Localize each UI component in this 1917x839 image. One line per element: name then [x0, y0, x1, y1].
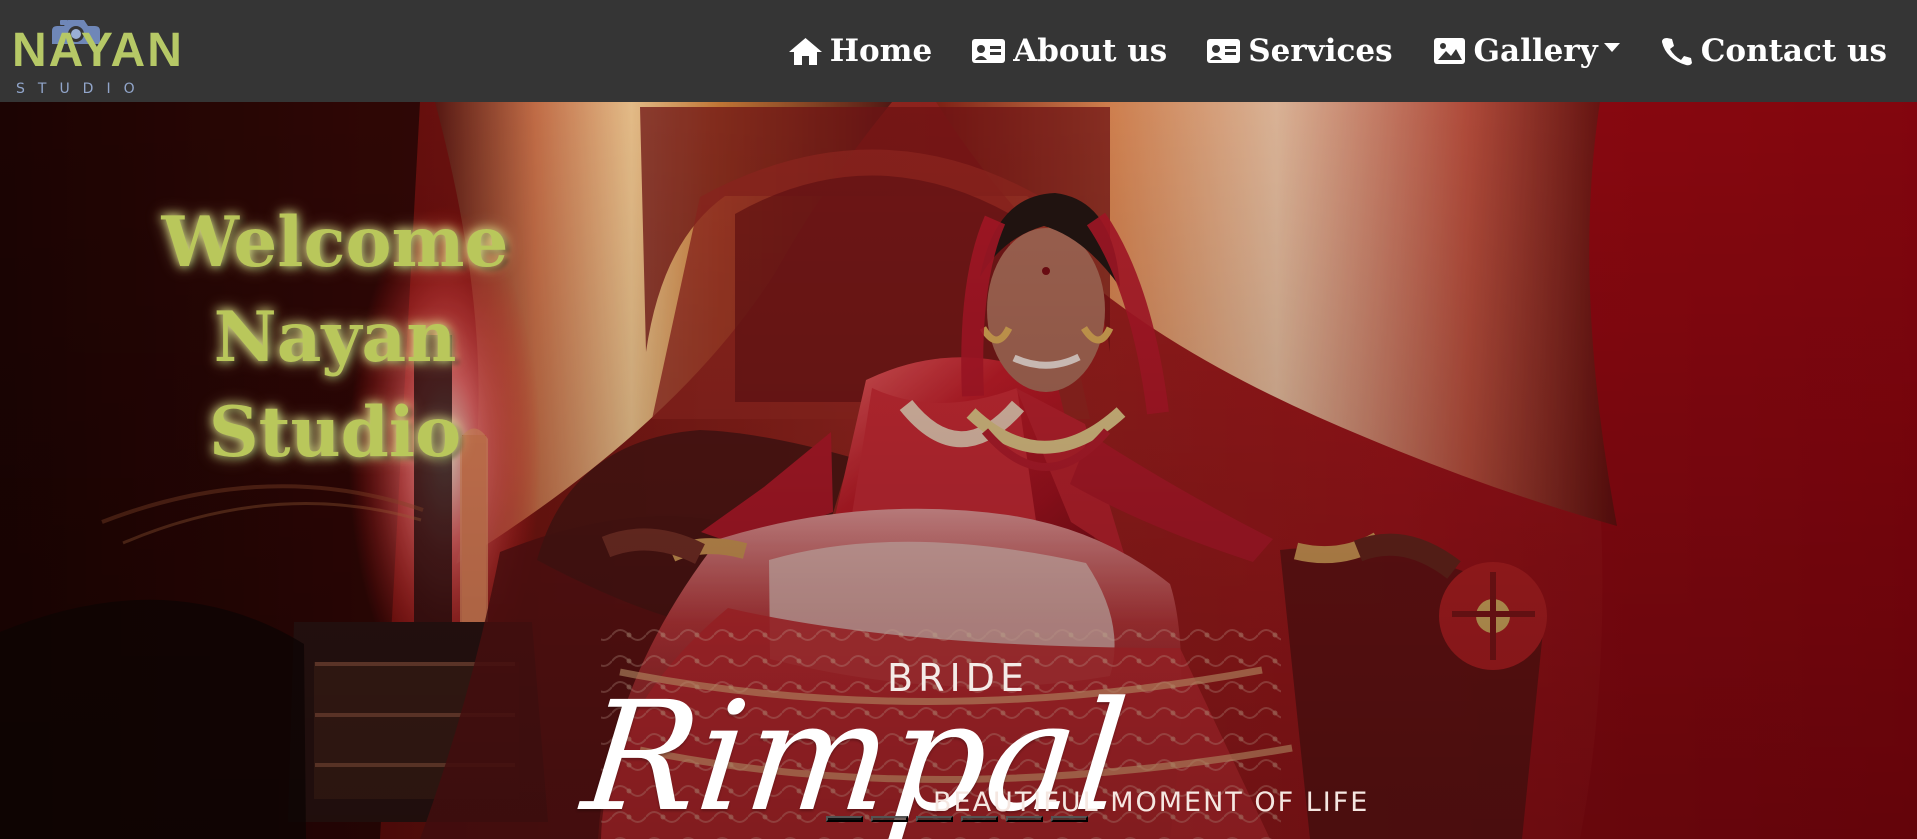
carousel-indicator-3[interactable] — [916, 816, 953, 822]
carousel-indicator-4[interactable] — [961, 816, 998, 822]
id-card-icon — [1206, 36, 1241, 66]
chevron-down-icon — [1603, 42, 1620, 52]
nav-item-about-us[interactable]: About us — [971, 32, 1168, 69]
nav-label-home: Home — [829, 32, 933, 69]
welcome-title-line-2: Nayan Studio — [208, 297, 462, 474]
navigation-links: Home About us Services Gallery Contact u… — [788, 0, 1887, 102]
image-icon — [1432, 36, 1467, 66]
hero-tagline: BEAUTIFUL MOMENT OF LIFE — [933, 787, 1370, 818]
carousel-indicator-6[interactable] — [1051, 816, 1088, 822]
brand-logo-link[interactable]: NAYAN STUDIO — [12, 16, 207, 96]
main-navbar: NAYAN STUDIO Home About us Services Gall… — [0, 0, 1917, 102]
carousel-indicator-1[interactable] — [826, 816, 863, 822]
carousel-indicator-2[interactable] — [871, 816, 908, 822]
nav-label-about-us: About us — [1013, 32, 1168, 69]
welcome-heading: Welcome Nayan Studio — [80, 195, 590, 480]
nav-label-gallery: Gallery — [1473, 32, 1598, 69]
id-card-icon — [971, 36, 1006, 66]
carousel-indicators — [826, 816, 1088, 822]
nav-label-services: Services — [1248, 32, 1393, 69]
phone-icon — [1659, 36, 1694, 66]
hero-carousel: Welcome Nayan Studio BRIDE Rimpal BEAUTI… — [0, 102, 1917, 839]
nav-item-services[interactable]: Services — [1206, 32, 1393, 69]
nav-item-home[interactable]: Home — [788, 32, 933, 69]
welcome-title-line-1: Welcome — [161, 202, 509, 284]
brand-subtitle: STUDIO — [16, 81, 148, 97]
nav-item-gallery[interactable]: Gallery — [1432, 32, 1620, 69]
nav-item-contact-us[interactable]: Contact us — [1659, 32, 1887, 69]
brand-name: NAYAN — [12, 24, 184, 77]
home-icon — [788, 36, 823, 66]
carousel-indicator-5[interactable] — [1006, 816, 1043, 822]
studio-homepage: NAYAN STUDIO Home About us Services Gall… — [0, 0, 1917, 839]
nav-label-contact-us: Contact us — [1700, 32, 1887, 69]
